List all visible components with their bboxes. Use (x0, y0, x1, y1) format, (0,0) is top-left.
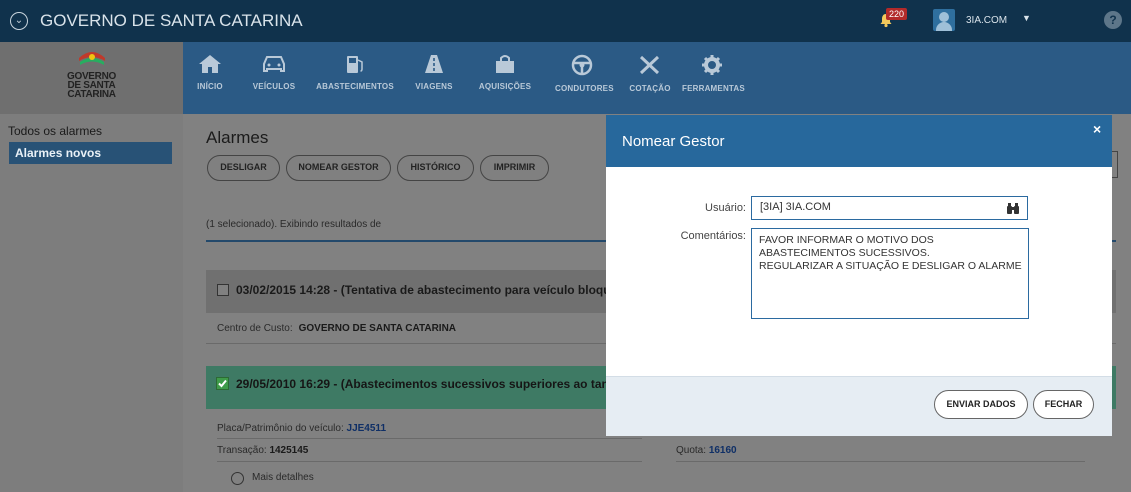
page-title: Alarmes (206, 128, 269, 147)
quota-label: Quota: (676, 445, 707, 456)
nav-item-veiculos[interactable]: VEÍCULOS (248, 42, 300, 114)
nav-label: CONDUTORES (555, 84, 614, 93)
alarm-title[interactable]: 29/05/2010 16:29 - (Abastecimentos suces… (236, 377, 616, 391)
historico-button[interactable]: HISTÓRICO (397, 155, 474, 181)
binoculars-icon[interactable] (1006, 202, 1020, 215)
chevron-down-circle-icon[interactable]: ⌄ (10, 12, 28, 30)
nav-item-abastecimentos[interactable]: ABASTECIMENTOS (315, 42, 395, 114)
check-icon (218, 379, 227, 388)
logo-line-3: CATARINA (67, 89, 116, 100)
fuel-pump-icon (347, 56, 363, 73)
quota-link[interactable]: 16160 (709, 445, 737, 456)
modal-header: Nomear Gestor × (606, 115, 1112, 167)
nav-label: VIAGENS (415, 82, 453, 91)
road-icon (425, 55, 443, 73)
user-name[interactable]: 3IA.COM (966, 15, 1007, 26)
cost-center-row: Centro de Custo: GOVERNO DE SANTA CATARIN… (217, 323, 456, 334)
nav-label: AQUISIÇÕES (478, 82, 532, 91)
caret-down-icon[interactable]: ▼ (1022, 13, 1031, 23)
enviar-dados-button[interactable]: ENVIAR DADOS (934, 390, 1028, 419)
divider (676, 461, 1085, 462)
plate-link[interactable]: JJE4511 (347, 423, 387, 434)
imprimir-button[interactable]: IMPRIMIR (480, 155, 549, 181)
home-icon (199, 55, 221, 73)
car-icon (263, 56, 285, 72)
brand[interactable]: ⌄ GOVERNO DE SANTA CATARINA (10, 0, 303, 42)
divider (217, 438, 642, 439)
results-summary: (1 selecionado). Exibindo resultados de (206, 219, 382, 230)
alarm-checkbox-checked[interactable] (216, 377, 229, 390)
help-icon[interactable]: ? (1104, 11, 1122, 29)
nav-item-aquisicoes[interactable]: AQUISIÇÕES (470, 42, 540, 114)
nav-label: ABASTECIMENTOS (316, 82, 394, 91)
sidebar-item-todos-alarmes[interactable]: Todos os alarmes (8, 124, 102, 138)
alarm-checkbox[interactable] (217, 284, 229, 296)
user-field[interactable]: [3IA] 3IA.COM (751, 196, 1028, 220)
shopping-bag-icon (496, 55, 514, 73)
close-icon[interactable]: × (1093, 121, 1101, 137)
avatar[interactable] (933, 9, 955, 31)
nav-item-condutores[interactable]: CONDUTORES (555, 42, 614, 114)
modal-title: Nomear Gestor (622, 133, 725, 150)
plate-row: Placa/Patrimônio do veículo: JJE4511 (217, 423, 386, 434)
plate-label: Placa/Patrimônio do veículo: (217, 423, 344, 434)
notification-badge: 220 (886, 8, 908, 20)
transaction-label: Transação: (217, 445, 267, 456)
nav-label: FERRAMENTAS (682, 84, 745, 93)
alarm-title[interactable]: 03/02/2015 14:28 - (Tentativa de abastec… (236, 283, 611, 297)
divider (217, 461, 642, 462)
nav-label: VEÍCULOS (252, 82, 296, 91)
nomear-gestor-modal: Nomear Gestor × Usuário: [3IA] 3IA.COM C… (606, 115, 1112, 436)
nav-label: INÍCIO (197, 82, 223, 91)
nomear-gestor-button[interactable]: NOMEAR GESTOR (286, 155, 391, 181)
comments-label: Comentários: (680, 230, 746, 242)
gear-icon (702, 55, 722, 75)
sidebar-item-alarmes-novos[interactable]: Alarmes novos (9, 142, 172, 164)
nav-label: COTAÇÃO (629, 84, 671, 93)
cost-center-value: GOVERNO DE SANTA CATARINA (298, 323, 457, 334)
user-label: Usuário: (705, 202, 746, 214)
user-field-value: [3IA] 3IA.COM (760, 201, 831, 213)
quota-row: Quota: 16160 (676, 445, 737, 456)
tools-icon (639, 55, 660, 75)
sidebar (0, 114, 183, 492)
nav-item-ferramentas[interactable]: FERRAMENTAS (682, 42, 745, 114)
state-flag-emblem-icon (79, 52, 105, 65)
transaction-value: 1425145 (269, 445, 309, 456)
cost-center-label: Centro de Custo: (217, 323, 293, 334)
desligar-button[interactable]: DESLIGAR (207, 155, 280, 181)
steering-wheel-icon (571, 54, 593, 76)
nav-item-cotacao[interactable]: COTAÇÃO (627, 42, 673, 114)
more-details-link[interactable]: Mais detalhes (252, 472, 314, 483)
nav-item-inicio[interactable]: INÍCIO (196, 42, 224, 114)
comments-field[interactable]: FAVOR INFORMAR O MOTIVO DOS ABASTECIMENT… (751, 228, 1029, 319)
chevron-down-circle-icon[interactable] (231, 472, 244, 485)
transaction-row: Transação: 1425145 (217, 445, 308, 456)
nav-item-viagens[interactable]: VIAGENS (410, 42, 458, 114)
logo: GOVERNO DE SANTA CATARINA (0, 42, 183, 114)
fechar-button[interactable]: FECHAR (1033, 390, 1094, 419)
brand-title: GOVERNO DE SANTA CATARINA (40, 11, 303, 30)
